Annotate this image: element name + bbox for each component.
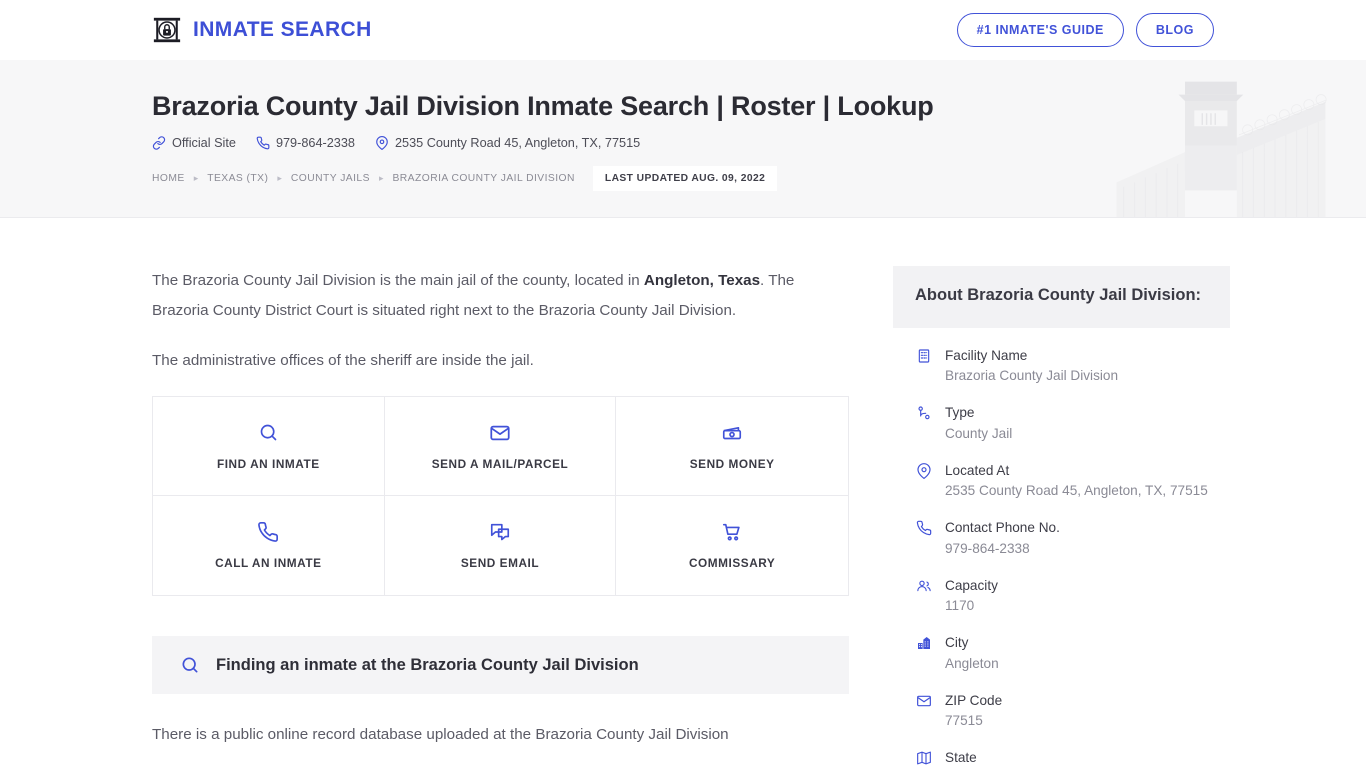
fact-value: 979-864-2338 xyxy=(945,540,1030,556)
phone-icon xyxy=(256,136,270,150)
shopping-cart-icon xyxy=(721,521,743,543)
brand-logo[interactable]: INMATE SEARCH xyxy=(152,15,372,45)
inmates-guide-button[interactable]: #1 INMATE'S GUIDE xyxy=(956,13,1124,47)
breadcrumb-separator-icon: ▸ xyxy=(378,173,384,184)
main-content: The Brazoria County Jail Division is the… xyxy=(152,266,849,750)
address-label: 2535 County Road 45, Angleton, TX, 77515 xyxy=(394,136,641,151)
site-header: INMATE SEARCH #1 INMATE'S GUIDE BLOG xyxy=(0,0,1366,60)
intro-paragraph: The Brazoria County Jail Division is the… xyxy=(152,266,849,326)
official-site-link[interactable]: Official Site xyxy=(152,136,236,150)
map-pin-icon xyxy=(375,136,389,151)
tile-send-money[interactable]: SEND MONEY xyxy=(616,397,848,496)
intro-text-a: The Brazoria County Jail Division is the… xyxy=(152,272,644,289)
about-sidebar: About Brazoria County Jail Division: Fac… xyxy=(893,266,1230,768)
map-icon xyxy=(915,748,933,768)
users-icon xyxy=(915,576,933,617)
fact-value: Brazoria County Jail Division xyxy=(945,368,1119,384)
search-icon xyxy=(258,422,279,444)
breadcrumb-item-current: BRAZORIA COUNTY JAIL DIVISION xyxy=(392,173,575,185)
breadcrumb-separator-icon: ▸ xyxy=(193,173,199,184)
fact-state: State Texas (TX) xyxy=(915,748,1208,768)
fact-type: Type County Jail xyxy=(915,403,1208,444)
tile-commissary[interactable]: COMMISSARY xyxy=(616,496,848,595)
tile-label: CALL AN INMATE xyxy=(215,556,322,570)
jail-bars-padlock-icon xyxy=(152,15,182,45)
breadcrumb-item-county-jails[interactable]: COUNTY JAILS xyxy=(291,173,370,184)
about-card-body: Facility Name Brazoria County Jail Divis… xyxy=(893,328,1230,768)
tile-find-an-inmate[interactable]: FIND AN INMATE xyxy=(153,397,385,496)
fact-label: City xyxy=(945,635,969,651)
fact-value: 2535 County Road 45, Angleton, TX, 77515 xyxy=(945,483,1208,499)
action-tiles-grid: FIND AN INMATE SEND A MAIL/PARCEL SEND M… xyxy=(152,396,849,596)
finding-inmate-section-heading: Finding an inmate at the Brazoria County… xyxy=(152,636,849,694)
phone-icon xyxy=(915,518,933,559)
section-paragraph: There is a public online record database… xyxy=(152,726,729,743)
hero-section: Brazoria County Jail Division Inmate Sea… xyxy=(0,60,1366,218)
fact-label: Type xyxy=(945,405,975,421)
official-site-label: Official Site xyxy=(172,136,236,151)
tile-label: FIND AN INMATE xyxy=(216,456,320,471)
tile-send-mail-parcel[interactable]: SEND A MAIL/PARCEL xyxy=(384,397,617,496)
about-card-title: About Brazoria County Jail Division: xyxy=(915,286,1202,304)
fact-city: City Angleton xyxy=(915,633,1208,674)
fact-label: Located At xyxy=(945,462,1010,478)
hierarchy-icon xyxy=(915,403,933,444)
fact-label: Capacity xyxy=(945,577,998,593)
envelope-icon xyxy=(915,691,933,732)
admin-offices-paragraph: The administrative offices of the sherif… xyxy=(152,352,534,369)
breadcrumb-item-texas[interactable]: TEXAS (TX) xyxy=(207,173,268,184)
chat-bubbles-icon xyxy=(489,521,511,543)
last-updated-badge: LAST UPDATED AUG. 09, 2022 xyxy=(592,166,778,192)
fact-value: County Jail xyxy=(945,425,1013,441)
breadcrumb: HOME ▸ TEXAS (TX) ▸ COUNTY JAILS ▸ BRAZO… xyxy=(152,166,1214,192)
phone-number-label: 979-864-2338 xyxy=(275,136,355,151)
fact-label: ZIP Code xyxy=(945,692,1003,708)
fact-label: State xyxy=(945,750,977,766)
fact-facility-name: Facility Name Brazoria County Jail Divis… xyxy=(915,346,1208,387)
city-icon xyxy=(915,633,933,674)
fact-value: Angleton xyxy=(945,655,999,671)
money-icon xyxy=(721,422,743,444)
about-card: About Brazoria County Jail Division: Fac… xyxy=(893,266,1230,768)
hero-meta-row: Official Site 979-864-2338 2535 County R… xyxy=(152,136,1214,151)
fact-label: Contact Phone No. xyxy=(945,520,1060,536)
building-icon xyxy=(915,346,933,387)
fact-value: 1170 xyxy=(945,598,975,614)
tile-label: SEND MONEY xyxy=(689,456,775,471)
phone-icon xyxy=(257,521,279,543)
tile-label: SEND A MAIL/PARCEL xyxy=(431,456,569,471)
breadcrumb-item-home[interactable]: HOME xyxy=(152,173,185,184)
fact-contact-phone: Contact Phone No. 979-864-2338 xyxy=(915,518,1208,559)
envelope-icon xyxy=(489,422,511,444)
fact-located-at: Located At 2535 County Road 45, Angleton… xyxy=(915,461,1208,502)
intro-location-bold: Angleton, Texas xyxy=(643,272,761,289)
map-pin-icon xyxy=(915,461,933,502)
about-card-header: About Brazoria County Jail Division: xyxy=(893,266,1230,328)
page-body: The Brazoria County Jail Division is the… xyxy=(0,218,1366,768)
address-link[interactable]: 2535 County Road 45, Angleton, TX, 77515 xyxy=(375,136,641,151)
blog-button[interactable]: BLOG xyxy=(1135,13,1214,47)
page-title: Brazoria County Jail Division Inmate Sea… xyxy=(152,91,934,121)
tile-label: COMMISSARY xyxy=(688,556,776,570)
tile-label: SEND EMAIL xyxy=(460,556,540,570)
brand-name: INMATE SEARCH xyxy=(193,18,372,41)
header-actions: #1 INMATE'S GUIDE BLOG xyxy=(956,13,1214,47)
fact-value: 77515 xyxy=(945,713,983,729)
phone-link[interactable]: 979-864-2338 xyxy=(256,136,355,150)
section-heading-text: Finding an inmate at the Brazoria County… xyxy=(216,655,639,674)
tile-send-email[interactable]: SEND EMAIL xyxy=(384,496,617,595)
search-icon xyxy=(180,655,200,675)
fact-zip-code: ZIP Code 77515 xyxy=(915,691,1208,732)
link-icon xyxy=(152,136,166,151)
fact-capacity: Capacity 1170 xyxy=(915,576,1208,617)
tile-call-an-inmate[interactable]: CALL AN INMATE xyxy=(153,496,385,595)
breadcrumb-separator-icon: ▸ xyxy=(277,173,282,184)
fact-label: Facility Name xyxy=(945,347,1028,363)
